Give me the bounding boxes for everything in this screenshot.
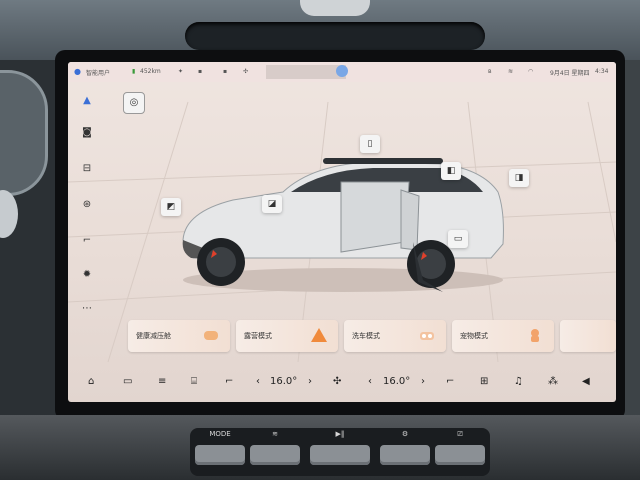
home-icon[interactable]: ⌂ [88, 376, 94, 387]
wifi-icon: ◠ [528, 68, 534, 75]
steering-wheel-icon[interactable]: ⊛ [80, 198, 94, 212]
temp-down-left-icon[interactable]: ‹ [256, 376, 260, 387]
mode-cards: 健康减压舱 露营模式 洗车模式 宠物模式 [128, 320, 616, 354]
mode-card-relax[interactable]: 健康减压舱 [128, 320, 230, 352]
seat-heat-icon[interactable]: ≡ [158, 376, 166, 387]
mode-button-label: MODE [209, 430, 231, 438]
camera-icon[interactable]: ◙ [80, 126, 94, 140]
hood-button[interactable]: ◩ [161, 198, 181, 216]
mode-card-carwash[interactable]: 洗车模式 [344, 320, 446, 352]
bluetooth-status-icon: ✦ [178, 68, 184, 75]
seat-left-icon[interactable]: ⌐ [225, 376, 233, 387]
screen-button[interactable] [435, 445, 485, 465]
trunk-button[interactable]: ◨ [509, 169, 529, 187]
settings-label-icon: ⚙ [401, 430, 409, 438]
cushion-icon [204, 331, 218, 340]
play-pause-button[interactable] [310, 445, 370, 465]
rear-light-button[interactable]: ◧ [441, 162, 461, 180]
sunroof-button[interactable]: ▯ [360, 135, 380, 153]
physical-button-bar: MODE ≋ ▶‖ ⚙ ⎚ [190, 428, 490, 476]
left-temperature: 16.0° [270, 376, 298, 387]
mode-card-partial[interactable] [560, 320, 616, 352]
battery-icon: ▮ [132, 68, 136, 75]
light-icon[interactable]: ✹ [80, 268, 94, 282]
mode-card-label: 宠物模式 [460, 332, 488, 340]
time-text: 4:34 [595, 68, 609, 75]
seat-icon[interactable]: ⌐ [80, 234, 94, 248]
right-temperature: 16.0° [383, 376, 411, 387]
music-icon[interactable]: ♫ [514, 376, 523, 387]
instrument-cluster [0, 70, 48, 196]
signal-icon: ≋ [508, 68, 514, 75]
mode-card-camping[interactable]: 露营模式 [236, 320, 338, 352]
settings-button[interactable] [380, 445, 430, 465]
screen-label-icon: ⎚ [457, 430, 463, 438]
apps-icon[interactable]: ⁂ [548, 376, 558, 387]
more-icon[interactable]: ⋯ [80, 302, 94, 316]
seat-status-icon: ▪ [223, 68, 228, 75]
status-user-text: 智能用户 [86, 70, 111, 77]
volume-icon[interactable]: ◀ [582, 376, 590, 387]
mode-card-label: 露营模式 [244, 332, 272, 340]
navigation-arrow-icon[interactable]: ▲ [80, 94, 94, 108]
temp-up-right-icon[interactable]: › [421, 376, 425, 387]
control-knob[interactable] [0, 190, 18, 238]
mode-card-pet[interactable]: 宠物模式 [452, 320, 554, 352]
tent-icon [311, 328, 327, 342]
pet-icon [531, 329, 539, 342]
status-bar: ● 智能用户 ▮ 452km ✦ ▪ ▪ ✣ ʙ ≋ ◠ 9月4日 星期四 4:… [68, 62, 616, 82]
air-vent [185, 22, 485, 50]
mode-card-label: 洗车模式 [352, 332, 380, 340]
sidebar: ▲ ◙ ⊟ ⊛ ⌐ ✹ ⋯ [68, 84, 106, 354]
side-mirror-button[interactable]: ◪ [262, 195, 282, 213]
fan-icon[interactable]: ✣ [333, 376, 341, 387]
car-front-icon[interactable]: ⊟ [80, 162, 94, 176]
mode-button[interactable] [195, 445, 245, 465]
temp-down-right-icon[interactable]: ‹ [368, 376, 372, 387]
speaker-grille [300, 0, 370, 16]
seat-right-icon[interactable]: ⌐ [446, 376, 454, 387]
car-icon[interactable]: ▭ [123, 376, 132, 387]
infotainment-screen: ● 智能用户 ▮ 452km ✦ ▪ ▪ ✣ ʙ ≋ ◠ 9月4日 星期四 4:… [68, 62, 616, 402]
car-wash-icon [420, 332, 434, 340]
date-text: 9月4日 星期四 [550, 70, 590, 77]
defrost-icon[interactable]: ⌸ [191, 376, 197, 387]
rear-defrost-icon[interactable]: ⊞ [480, 376, 488, 387]
play-pause-label-icon: ▶‖ [335, 430, 345, 438]
range-text: 452km [140, 68, 161, 75]
vehicle-model [182, 158, 504, 292]
seat-heat-label-icon: ≋ [272, 430, 278, 438]
user-icon: ● [74, 67, 81, 76]
door-button[interactable]: ▭ [448, 230, 468, 248]
notification-strip[interactable] [266, 65, 346, 79]
temp-up-left-icon[interactable]: › [308, 376, 312, 387]
target-view-button[interactable]: ◎ [123, 92, 145, 114]
fan-status-icon: ✣ [243, 68, 249, 75]
bluetooth-icon: ʙ [488, 68, 492, 75]
assistant-icon[interactable] [336, 65, 348, 77]
seat-heat-button[interactable] [250, 445, 300, 465]
mode-card-label: 健康减压舱 [136, 332, 171, 340]
lock-status-icon: ▪ [198, 68, 203, 75]
bottom-dock: ⌂ ▭ ≡ ⌸ ⌐ ‹ 16.0° › ✣ ‹ 16.0° › ⌐ ⊞ ♫ ⁂ … [68, 364, 616, 402]
